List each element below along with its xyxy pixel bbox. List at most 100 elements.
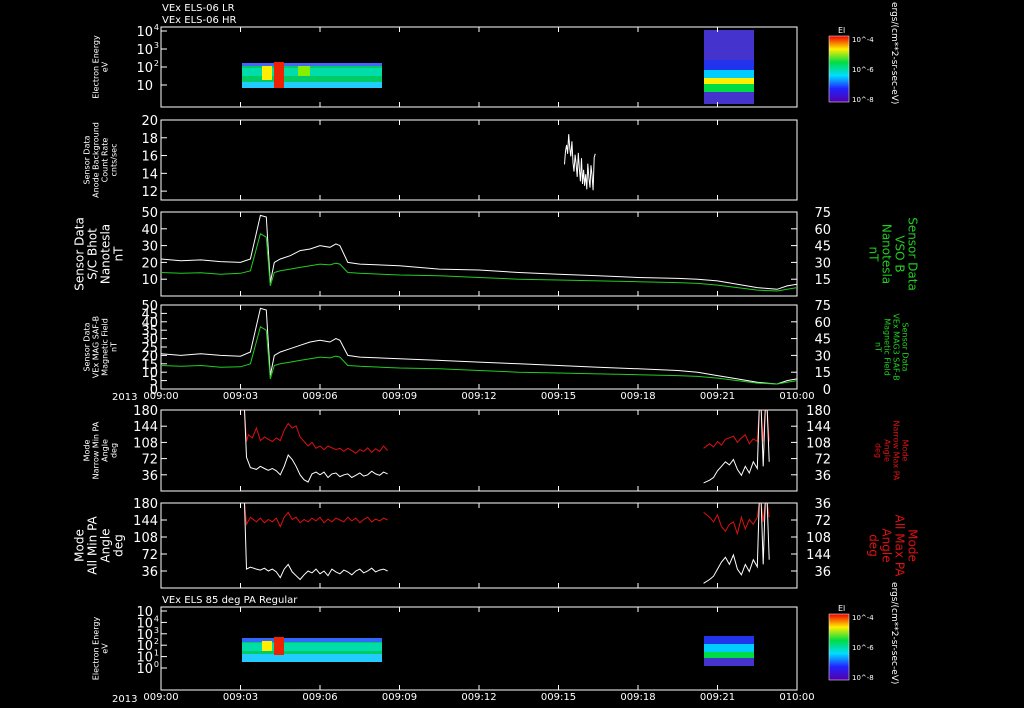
colorbar-label: 10^-6 [852, 644, 874, 652]
y2-tick-label: 75 [814, 299, 831, 314]
x-tick-label: 009:12 [461, 692, 496, 703]
y-axis-label: Mode [83, 440, 92, 462]
y2-axis-label: Narrow Max PA [892, 421, 901, 482]
y-tick-label: 10 [136, 79, 153, 94]
colorbar-gradient [828, 35, 850, 103]
spectrogram-peak [274, 637, 284, 655]
y-tick-label: 30 [141, 240, 158, 255]
y-axis-label: Angle [101, 439, 110, 462]
x-tick-label: 009:18 [620, 692, 655, 703]
y-axis-label: deg [112, 534, 126, 557]
y-tick-label: 10 [136, 43, 153, 58]
y-tick-label: 180 [133, 404, 158, 419]
y2-axis-label: nT [874, 342, 883, 352]
y-axis-label: Electron Energy [92, 35, 101, 99]
series-line-white [703, 502, 770, 584]
y2-tick-label: 30 [814, 256, 831, 271]
y-axis-label: cnts/sec [110, 144, 119, 177]
y2-tick-label: 15 [814, 366, 831, 381]
y-tick-exponent: 1 [154, 649, 159, 658]
x-tick-label: 010:00 [779, 692, 814, 703]
y2-tick-label: 30 [814, 349, 831, 364]
x-tick-label: 009:12 [461, 391, 496, 402]
y-tick-label: 36 [141, 565, 158, 580]
panel-2-frame [160, 119, 798, 201]
y-axis-label: nT [110, 342, 119, 352]
y-axis-label: Mode [73, 529, 87, 562]
y2-tick-label: 144 [806, 548, 831, 563]
y-axis-label: Magnetic Field [101, 318, 110, 376]
spectrogram-band [242, 654, 382, 662]
y-axis-label: deg [110, 443, 119, 458]
y-tick-exponent: 2 [154, 59, 159, 68]
y2-axis-label: Angle [880, 528, 894, 562]
y-axis-label: eV [101, 643, 110, 654]
y-axis-label: VEx MAG SAF-B [92, 316, 101, 378]
y-tick-label: 20 [141, 256, 158, 271]
series-line-red [244, 409, 388, 454]
colorbar-gradient [828, 613, 850, 681]
y-axis-label: Nanotesla [99, 224, 113, 284]
colorbar-title: El [838, 26, 845, 35]
series-line-red [244, 502, 388, 528]
y-tick-exponent: 3 [154, 41, 159, 50]
y-tick-label: 40 [141, 223, 158, 238]
y2-axis-label: Mode [906, 529, 920, 562]
y2-axis-label: nT [867, 247, 881, 263]
spectrogram-band [704, 644, 754, 652]
y-tick-exponent: 3 [154, 626, 159, 635]
x-tick-label: 009:15 [541, 692, 576, 703]
y2-tick-label: 36 [814, 565, 831, 580]
y2-tick-label: 144 [806, 420, 831, 435]
y-tick-label: 72 [141, 453, 158, 468]
series-line-white [160, 307, 798, 385]
y2-tick-label: 75 [814, 206, 831, 221]
y2-tick-label: 0 [823, 383, 831, 398]
x-tick-label: 009:21 [700, 692, 735, 703]
y-axis-label: Sensor Data [83, 135, 92, 184]
spectrogram-band [262, 66, 272, 80]
colorbar-label: 10^-4 [852, 36, 874, 44]
colorbar-label: 10^-8 [852, 674, 874, 682]
y2-tick-label: 45 [814, 240, 831, 255]
y-tick-label: 14 [141, 167, 158, 182]
x-tick-label: 009:03 [223, 692, 258, 703]
x-tick-label: 009:06 [302, 391, 337, 402]
x-tick-label: 009:00 [143, 391, 178, 402]
y-tick-label: 10 [136, 605, 153, 620]
y2-axis-label: deg [867, 534, 881, 557]
y2-tick-label: 36 [814, 469, 831, 484]
y-axis-label: Sensor Data [83, 322, 92, 371]
y-tick-label: 10 [136, 25, 153, 40]
y2-axis-label: deg [874, 443, 883, 458]
y2-axis-label: VEx MAG3 SAF-B [892, 313, 901, 380]
x-tick-label: 010:00 [779, 391, 814, 402]
y2-tick-label: 108 [806, 531, 831, 546]
y2-axis-label: Magnetic Field [883, 318, 892, 376]
panel-6-frame [160, 502, 798, 589]
panel-5-frame [160, 409, 798, 492]
y-tick-exponent: 4 [154, 614, 159, 623]
spectrogram-band [242, 82, 382, 88]
y2-tick-label: 60 [814, 223, 831, 238]
series-line-white [244, 502, 388, 581]
spectrogram-band [704, 78, 754, 84]
panel-1-spectrogram [242, 30, 754, 104]
colorbar-label: 10^-6 [852, 66, 874, 74]
spectrogram-band [704, 658, 754, 666]
panel-7-title: VEx ELS 85 deg PA Regular [162, 595, 298, 606]
y-tick-label: 72 [141, 548, 158, 563]
x-tick-label: 009:09 [382, 391, 417, 402]
y-axis-label: Count Rate [101, 138, 110, 183]
y-axis-label: Angle [99, 528, 113, 562]
multi-panel-plot: VEx ELS-06 LR VEx ELS-06 HR El 10^-4 10^… [73, 2, 920, 705]
y-tick-label: 50 [141, 299, 158, 314]
spectrogram-band [298, 66, 310, 76]
y-tick-label: 108 [133, 436, 158, 451]
series-line-green [160, 326, 798, 385]
y2-tick-label: 15 [814, 273, 831, 288]
x-tick-label: 009:21 [700, 391, 735, 402]
y-axis-label: Anode Background [92, 122, 101, 198]
y-axis-label: S/C Bhot [86, 228, 100, 280]
y2-tick-label: 72 [814, 514, 831, 529]
